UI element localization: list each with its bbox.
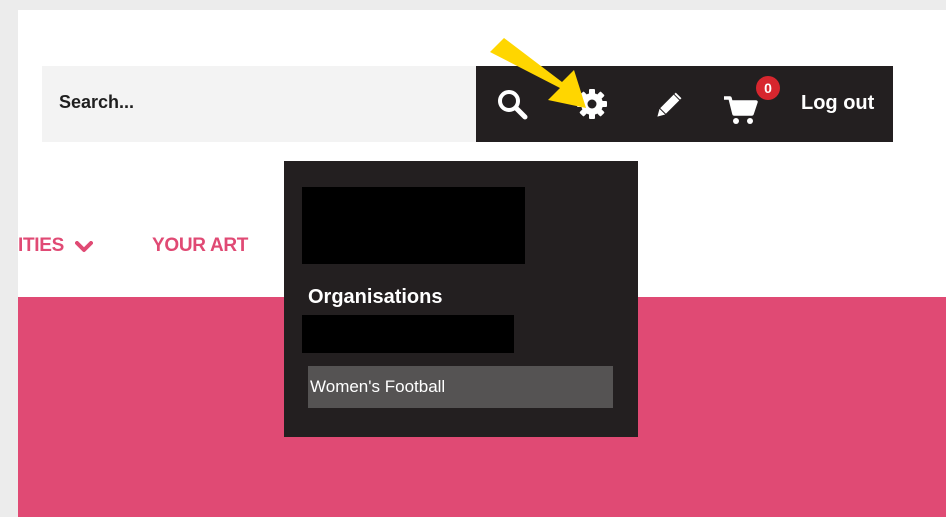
search-input[interactable]: Search... [42,66,476,142]
pencil-icon[interactable] [652,90,684,122]
redacted-block [302,315,514,353]
chevron-down-icon [75,241,93,252]
organisations-heading: Organisations [308,286,443,308]
menu-item-label: Women's Football [310,377,446,396]
nav-item-activities[interactable]: ITIES [18,235,93,257]
settings-dropdown-menu: Organisations Women's Football [284,161,638,437]
search-placeholder: Search... [59,92,135,112]
annotation-arrow-icon [490,30,610,125]
menu-item-womens-football[interactable]: Women's Football [308,366,613,408]
nav-item-label: ITIES [18,235,65,256]
redacted-block [302,187,525,264]
nav-item-your-art[interactable]: YOUR ART [152,235,248,257]
nav-item-label: YOUR ART [152,235,249,256]
logout-link[interactable]: Log out [801,92,874,115]
cart-count-badge: 0 [756,76,780,100]
page: Search... 0 Log out ITIES YOUR ART Organ… [18,10,946,517]
cart-icon[interactable] [722,94,760,126]
